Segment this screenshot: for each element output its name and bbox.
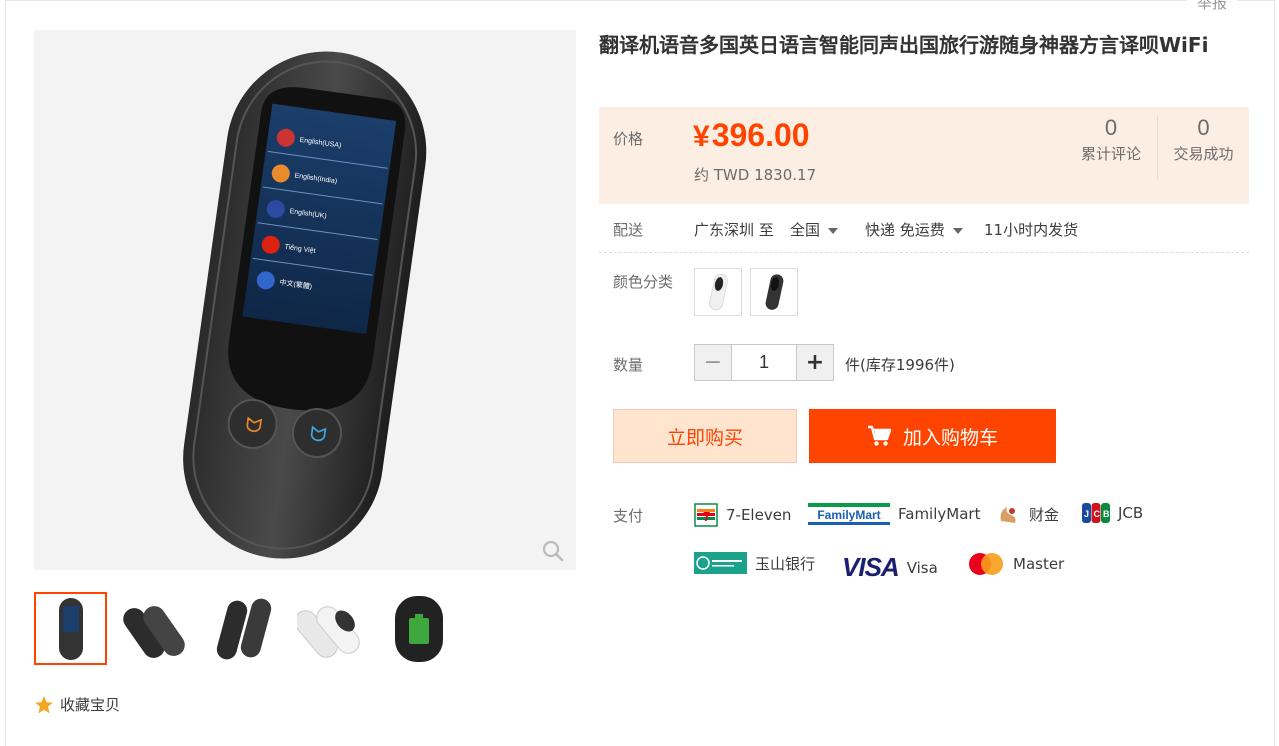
- svg-text:7: 7: [703, 509, 710, 524]
- price-panel: 价格 ¥396.00 约 TWD 1830.17 0 累计评论 0 交易成功: [599, 107, 1249, 204]
- delivery-row: 配送 广东深圳 至 全国 快递 免运费 11小时内发货: [599, 204, 1249, 253]
- payment-caijin: 财金: [997, 503, 1059, 525]
- quantity-label: 数量: [613, 356, 644, 374]
- payment-visa: VISA Visa: [842, 552, 938, 583]
- payment-esun-bank: 玉山银行: [694, 552, 815, 574]
- esun-bank-logo-icon: [694, 552, 747, 574]
- delivery-label: 配送: [613, 221, 644, 239]
- review-count: 0: [1104, 115, 1118, 140]
- product-title: 翻译机语音多国英日语言智能同声出国旅行游随身神器方言译呗WiFi: [599, 33, 1209, 57]
- thumbnail-2[interactable]: [121, 592, 194, 665]
- favorite-label: 收藏宝贝: [60, 696, 121, 714]
- stock-info: 件(库存1996件): [845, 356, 955, 374]
- color-label: 颜色分类: [613, 273, 674, 291]
- svg-text:B: B: [1103, 509, 1110, 519]
- visa-logo-icon: VISA: [842, 552, 900, 582]
- caijin-label: 财金: [1029, 505, 1060, 524]
- thumbnail-1[interactable]: [34, 592, 107, 665]
- payment-7eleven: 7 7-Eleven: [694, 503, 791, 527]
- report-link[interactable]: 举报: [1186, 0, 1237, 13]
- delivery-method-select[interactable]: 快递 免运费: [865, 219, 963, 240]
- device-pair-thumb-icon: [122, 605, 185, 658]
- currency-symbol: ¥: [693, 120, 710, 153]
- mastercard-label: Master: [1013, 555, 1065, 573]
- thumbnail-5[interactable]: [382, 592, 455, 665]
- price-value: ¥396.00: [693, 117, 810, 154]
- add-to-cart-button[interactable]: 加入购物车: [809, 409, 1056, 463]
- device-white-pair-thumb-icon: [296, 605, 360, 658]
- delivery-origin: 广东深圳 至: [694, 221, 774, 239]
- sales-count-stat: 0 交易成功: [1157, 115, 1249, 179]
- familymart-label: FamilyMart: [898, 505, 981, 523]
- add-to-cart-label: 加入购物车: [902, 426, 998, 449]
- sales-count: 0: [1197, 115, 1210, 140]
- color-option-white[interactable]: [694, 268, 742, 316]
- device-front-thumb-icon: [58, 597, 83, 660]
- visa-label: Visa: [906, 558, 938, 577]
- sales-count-label: 交易成功: [1173, 145, 1234, 163]
- quantity-input[interactable]: [731, 345, 797, 380]
- jcb-logo-icon: J C B: [1082, 503, 1110, 523]
- price-amount: 396.00: [711, 117, 810, 153]
- battery-screen-thumb-icon: [394, 595, 443, 662]
- device-black-pair-thumb-icon: [216, 598, 271, 659]
- main-product-image[interactable]: English(USA) English(India) English(UK) …: [34, 30, 576, 570]
- translator-device-image: English(USA) English(India) English(UK) …: [183, 51, 427, 559]
- favorite-button[interactable]: 收藏宝贝: [34, 694, 120, 715]
- chevron-down-icon: [828, 227, 839, 234]
- review-count-stat[interactable]: 0 累计评论: [1065, 115, 1157, 164]
- ship-time: 11小时内发货: [984, 221, 1079, 239]
- delivery-method: 快递 免运费: [865, 221, 945, 239]
- white-device-icon: [709, 273, 728, 311]
- zoom-icon[interactable]: [542, 540, 564, 562]
- thumbnail-3[interactable]: [208, 592, 281, 665]
- chevron-down-icon: [952, 227, 963, 234]
- svg-text:ᗢ: ᗢ: [308, 421, 328, 447]
- color-option-black[interactable]: [750, 268, 798, 316]
- delivery-destination-select[interactable]: 全国: [790, 219, 839, 240]
- seven-eleven-logo-icon: 7: [694, 503, 718, 527]
- payment-familymart: FamilyMart FamilyMart: [808, 503, 980, 525]
- review-count-label: 累计评论: [1080, 145, 1141, 163]
- payment-label: 支付: [613, 507, 644, 525]
- increase-button[interactable]: +: [797, 345, 833, 380]
- svg-text:C: C: [1094, 509, 1101, 519]
- star-icon: [35, 695, 53, 713]
- thumbnail-strip: [34, 592, 455, 665]
- thumbnail-4[interactable]: [295, 592, 368, 665]
- mastercard-logo-icon: [967, 552, 1005, 576]
- buy-now-button[interactable]: 立即购买: [613, 409, 797, 463]
- cart-icon: [867, 425, 891, 446]
- quantity-stepper: − +: [694, 344, 834, 381]
- familymart-logo-icon: FamilyMart: [808, 503, 890, 525]
- price-twd: 约 TWD 1830.17: [694, 166, 817, 184]
- jcb-label: JCB: [1118, 504, 1144, 522]
- delivery-destination: 全国: [790, 221, 821, 239]
- caijin-logo-icon: [997, 503, 1021, 525]
- payment-mastercard: Master: [967, 552, 1064, 576]
- seven-eleven-label: 7-Eleven: [726, 506, 792, 524]
- price-label: 价格: [613, 130, 644, 148]
- decrease-button[interactable]: −: [695, 345, 731, 380]
- svg-text:J: J: [1084, 509, 1089, 519]
- black-device-icon: [765, 274, 784, 310]
- payment-jcb: J C B JCB: [1082, 503, 1143, 523]
- svg-text:ᗢ: ᗢ: [244, 412, 264, 438]
- esun-bank-label: 玉山银行: [755, 554, 816, 573]
